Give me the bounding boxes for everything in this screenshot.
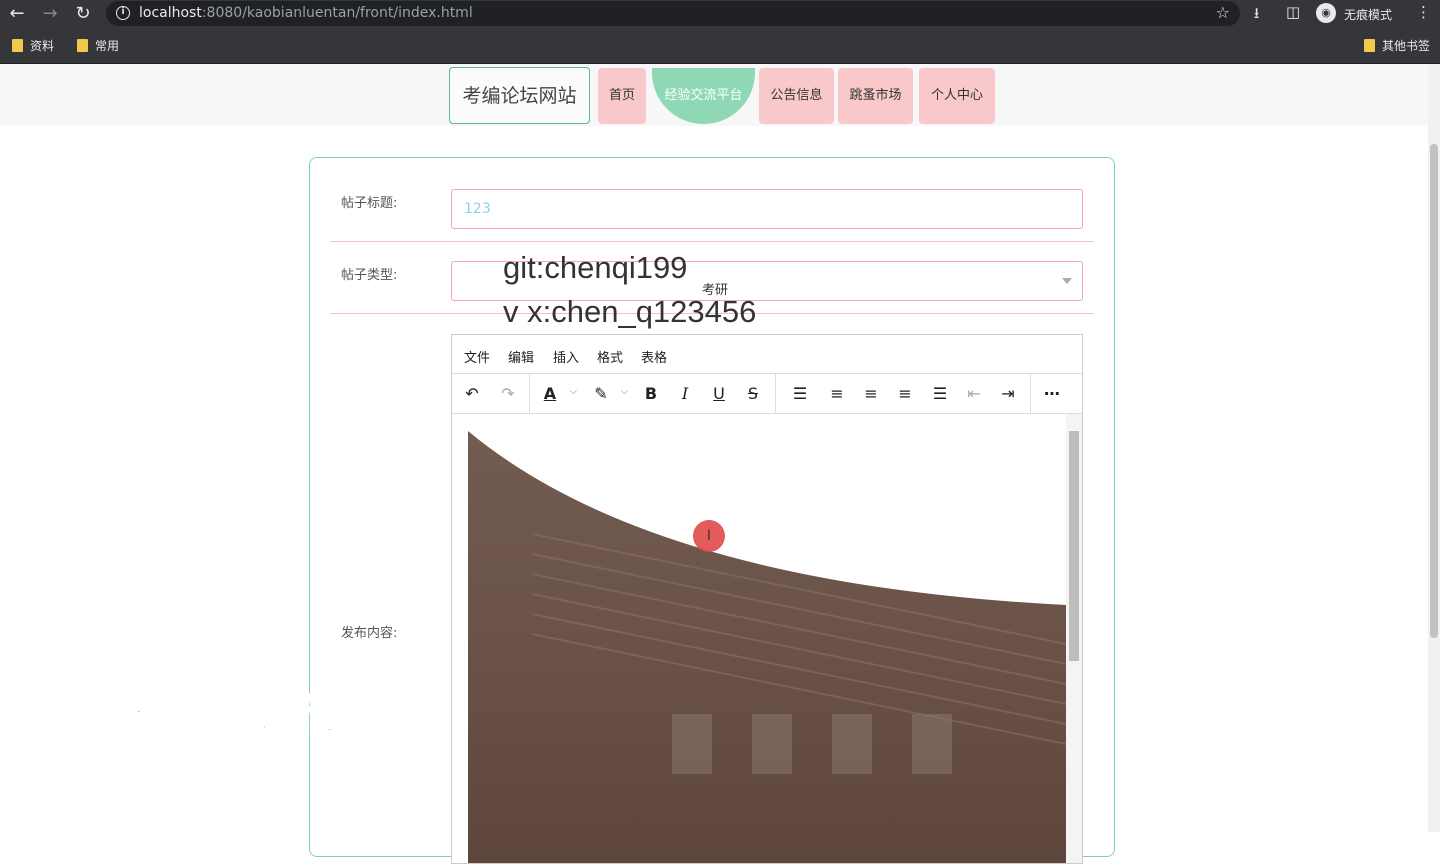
side-panel-icon[interactable]: ◫	[1286, 3, 1300, 21]
menu-file[interactable]: 文件	[464, 347, 490, 366]
watermark-contact: git:chenqi199 v x:chen_q123456	[503, 246, 756, 334]
justify-icon[interactable]: ☰	[929, 384, 951, 404]
editor-scrollbar[interactable]	[1066, 414, 1082, 863]
folder-icon	[77, 39, 88, 52]
browser-tab-bar: ← → ↻ i localhost:8080/kaobianluentan/fr…	[0, 0, 1440, 28]
text-color-icon[interactable]: A	[539, 384, 561, 404]
incognito-icon[interactable]: ◉	[1316, 3, 1336, 23]
download-icon[interactable]: ⭳	[1254, 3, 1259, 28]
nav-home[interactable]: 首页	[598, 68, 646, 124]
chevron-down-icon	[1062, 278, 1072, 284]
bookmark-star-icon[interactable]: ☆	[1216, 3, 1230, 22]
menu-insert[interactable]: 插入	[553, 347, 579, 366]
italic-icon[interactable]: I	[674, 384, 696, 404]
site-header: 考编论坛网站 首页 经验交流平台 公告信息 跳蚤市场 个人中心	[0, 64, 1428, 126]
page-scrollbar[interactable]	[1428, 64, 1440, 832]
menu-format[interactable]: 格式	[597, 347, 623, 366]
align-right-icon[interactable]: ≡	[894, 384, 916, 404]
page-scrollbar-thumb[interactable]	[1430, 144, 1438, 638]
undo-icon[interactable]: ↶	[461, 384, 483, 404]
mouse-cursor-icon: I	[693, 520, 725, 552]
nav-announcements[interactable]: 公告信息	[759, 68, 834, 124]
watermark-ad: 专业毕业设计代做	[49, 691, 378, 739]
reload-icon[interactable]: ↻	[72, 3, 94, 25]
bookmark-folder-changyong[interactable]: 常用	[77, 37, 119, 54]
editor-scrollbar-thumb[interactable]	[1069, 431, 1079, 661]
title-input[interactable]: 123	[451, 189, 1083, 229]
align-left-icon[interactable]: ≡	[826, 384, 848, 404]
nav-personal-center[interactable]: 个人中心	[919, 68, 995, 124]
watermark-git: git:chenqi199	[503, 250, 688, 285]
strikethrough-icon[interactable]: S	[742, 384, 764, 404]
site-info-icon[interactable]: i	[116, 6, 130, 20]
address-bar[interactable]: i localhost:8080/kaobianluentan/front/in…	[106, 1, 1240, 26]
editor-content-area[interactable]	[452, 414, 1068, 863]
bookmarks-bar: 资料 常用 其他书签	[0, 28, 1440, 64]
bookmark-folder-ziliao[interactable]: 资料	[12, 37, 54, 54]
folder-icon	[1364, 39, 1375, 52]
highlight-icon[interactable]: ✎	[590, 384, 612, 404]
toolbar-separator	[775, 374, 776, 413]
forward-icon[interactable]: →	[39, 3, 61, 25]
redo-icon[interactable]: ↷	[497, 384, 519, 404]
nav-experience-exchange[interactable]: 经验交流平台	[652, 68, 755, 124]
url-text: localhost:8080/kaobianluentan/front/inde…	[139, 5, 473, 21]
watermark-vx: v x:chen_q123456	[503, 294, 757, 329]
underline-icon[interactable]: U	[708, 384, 730, 404]
divider	[330, 241, 1094, 242]
toolbar-separator	[529, 374, 530, 413]
outdent-icon[interactable]: ⇤	[963, 384, 985, 404]
more-icon[interactable]: ⋯	[1041, 384, 1063, 404]
site-logo[interactable]: 考编论坛网站	[449, 67, 590, 124]
bold-icon[interactable]: B	[640, 384, 662, 404]
incognito-label: 无痕模式	[1344, 8, 1393, 22]
folder-icon	[12, 39, 23, 52]
align-center-icon[interactable]: ≡	[860, 384, 882, 404]
chevron-down-icon[interactable]: ⌵	[621, 387, 628, 397]
content-label: 发布内容:	[341, 626, 398, 641]
rich-text-editor[interactable]: 文件 编辑 插入 格式 表格 ↶ ↷ A ⌵ ✎ ⌵ B I U S ☰ ≡ ≡…	[451, 334, 1083, 864]
editor-menubar: 文件 编辑 插入 格式 表格	[452, 335, 1082, 374]
type-label: 帖子类型:	[341, 268, 398, 283]
editor-toolbar: ↶ ↷ A ⌵ ✎ ⌵ B I U S ☰ ≡ ≡ ≡ ☰ ⇤ ⇥ ⋯	[452, 374, 1082, 414]
bookmark-folder-other[interactable]: 其他书签	[1364, 37, 1430, 54]
menu-edit[interactable]: 编辑	[508, 347, 534, 366]
toolbar-separator	[1030, 374, 1031, 413]
chevron-down-icon[interactable]: ⌵	[570, 387, 577, 397]
menu-table[interactable]: 表格	[641, 347, 667, 366]
nav-flea-market[interactable]: 跳蚤市场	[838, 68, 913, 124]
back-icon[interactable]: ←	[6, 3, 28, 25]
line-height-icon[interactable]: ☰	[789, 384, 811, 404]
inserted-image	[468, 431, 1067, 863]
title-label: 帖子标题:	[341, 196, 398, 211]
menu-kebab-icon[interactable]: ⋮	[1416, 3, 1431, 21]
indent-icon[interactable]: ⇥	[997, 384, 1019, 404]
